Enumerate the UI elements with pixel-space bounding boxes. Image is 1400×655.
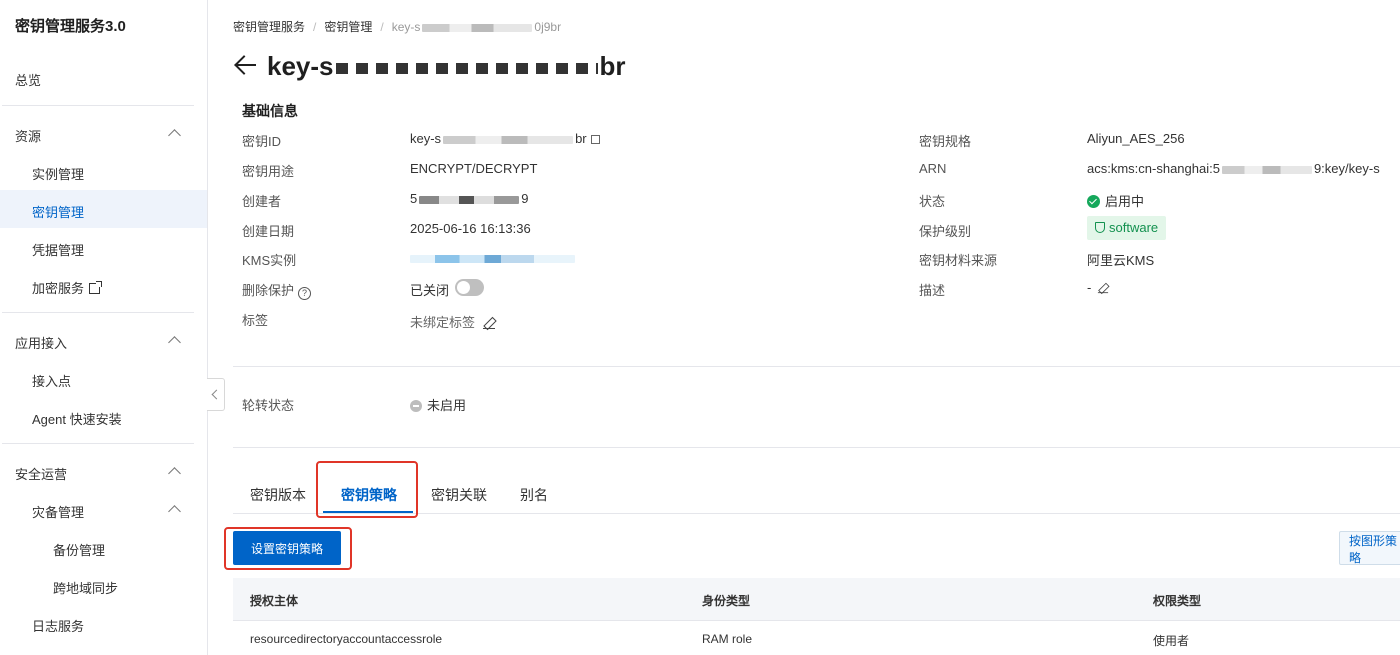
sidebar-divider [2, 443, 194, 444]
section-divider [233, 366, 1400, 367]
chevron-up-icon[interactable] [168, 467, 181, 480]
rotation-status-value: 未启用 [410, 395, 466, 414]
tags-label: 标签 [242, 313, 269, 328]
tab-key-associations[interactable]: 密钥关联 [431, 485, 487, 505]
shield-icon [1095, 222, 1105, 233]
table-cell-principal: resourcedirectoryaccountaccessrole [250, 632, 443, 646]
sidebar-item-agent-install[interactable]: Agent 快速安装 [32, 409, 122, 428]
table-header [233, 578, 1400, 620]
creator-label: 创建者 [242, 194, 282, 209]
sidebar-item-secrets[interactable]: 凭据管理 [32, 240, 84, 259]
sidebar-group-app-access[interactable]: 应用接入 [15, 333, 67, 352]
sidebar-item-instances[interactable]: 实例管理 [32, 164, 84, 183]
sidebar-divider [2, 312, 194, 313]
material-source-value: 阿里云KMS [1087, 253, 1155, 268]
sidebar-item-disaster-recovery[interactable]: 灾备管理 [32, 502, 84, 521]
breadcrumb: 密钥管理服务 / 密钥管理 / key-s 0j9br [233, 18, 562, 35]
sidebar-collapse-button[interactable] [207, 378, 225, 411]
page-title: key-s br [267, 51, 626, 81]
protection-level-label: 保护级别 [919, 224, 972, 239]
usage-label: 密钥用途 [242, 164, 295, 179]
sidebar-item-label: 加密服务 [32, 281, 85, 296]
kms-instance-label: KMS实例 [242, 253, 297, 268]
product-title: 密钥管理服务3.0 [15, 18, 126, 35]
sidebar-item-crypto-service[interactable]: 加密服务 [32, 278, 103, 297]
highlight-box-button [224, 527, 352, 570]
usage-value: ENCRYPT/DECRYPT [410, 161, 538, 176]
chevron-up-icon[interactable] [168, 505, 181, 518]
status-label: 状态 [919, 194, 946, 209]
basic-info-title: 基础信息 [242, 103, 298, 119]
tab-aliases[interactable]: 别名 [520, 485, 548, 505]
table-cell-permission-type: 使用者 [1153, 634, 1190, 648]
key-id-value: key-s br [410, 131, 600, 146]
section-divider [233, 447, 1400, 448]
key-spec-label: 密钥规格 [919, 134, 972, 149]
rotation-status-label: 轮转状态 [242, 398, 295, 413]
protection-level-badge: software [1087, 216, 1167, 240]
tab-key-versions[interactable]: 密钥版本 [250, 485, 306, 505]
external-link-icon [89, 281, 103, 294]
highlight-box-tab [316, 461, 418, 518]
material-source-label: 密钥材料来源 [919, 253, 998, 268]
sidebar: 密钥管理服务3.0 总览 资源 实例管理 密钥管理 凭据管理 加密服务 应用接入… [0, 0, 208, 655]
sidebar-item-log-service[interactable]: 日志服务 [32, 616, 84, 635]
breadcrumb-current: key-s 0j9br [391, 20, 562, 34]
arn-value: acs:kms:cn-shanghai:5 9:key/key-s [1087, 161, 1380, 176]
sidebar-group-security-ops[interactable]: 安全运营 [15, 464, 67, 483]
chevron-up-icon[interactable] [168, 129, 181, 142]
edit-icon[interactable] [483, 317, 496, 329]
sidebar-divider [2, 105, 194, 106]
status-value: 启用中 [1087, 191, 1144, 210]
table-cell-identity-type: RAM role [702, 632, 753, 646]
check-circle-icon [1087, 195, 1100, 208]
delete-protection-toggle[interactable] [455, 279, 484, 296]
graph-policy-button[interactable]: 按图形策略 [1339, 531, 1400, 565]
table-row-divider [233, 620, 1400, 621]
delete-protection-value: 已关闭 [410, 283, 450, 298]
delete-protection-label: 删除保护? [242, 280, 312, 300]
sidebar-item-overview[interactable]: 总览 [15, 70, 41, 89]
created-date-value: 2025-06-16 16:13:36 [410, 221, 531, 236]
sidebar-item-keys[interactable]: 密钥管理 [32, 202, 84, 221]
sidebar-item-endpoints[interactable]: 接入点 [32, 371, 71, 390]
key-id-label: 密钥ID [242, 134, 282, 149]
edit-icon[interactable] [1098, 283, 1109, 294]
description-value: - [1087, 280, 1109, 295]
tags-value: 未绑定标签 [410, 312, 496, 331]
column-header-principal: 授权主体 [250, 594, 299, 608]
breadcrumb-item[interactable]: 密钥管理服务 [233, 18, 305, 35]
key-spec-value: Aliyun_AES_256 [1087, 131, 1185, 146]
chevron-up-icon[interactable] [168, 336, 181, 349]
sidebar-group-resources[interactable]: 资源 [15, 126, 41, 145]
column-header-identity-type: 身份类型 [702, 594, 751, 608]
creator-value: 59 [410, 191, 529, 206]
breadcrumb-item[interactable]: 密钥管理 [324, 18, 372, 35]
arn-label: ARN [919, 161, 947, 176]
sidebar-item-backup[interactable]: 备份管理 [53, 540, 105, 559]
column-header-permission-type: 权限类型 [1153, 594, 1202, 608]
sidebar-item-cross-region-sync[interactable]: 跨地域同步 [53, 578, 118, 597]
description-label: 描述 [919, 283, 946, 298]
help-icon[interactable]: ? [298, 287, 312, 300]
copy-icon[interactable] [590, 135, 600, 144]
back-arrow-icon[interactable] [234, 54, 258, 76]
created-date-label: 创建日期 [242, 224, 295, 239]
kms-instance-value[interactable] [410, 250, 575, 265]
disabled-status-icon [410, 400, 422, 412]
